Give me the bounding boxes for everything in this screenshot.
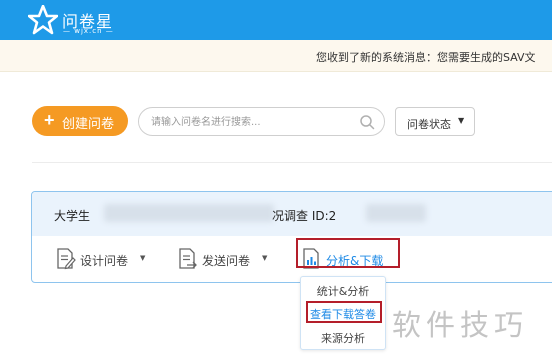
system-notice-text[interactable]: 您收到了新的系统消息：您需要生成的SAV文 xyxy=(316,49,536,65)
survey-card-header: 大学生 况调查 ID:2 xyxy=(32,192,552,236)
survey-title-suffix-id[interactable]: 况调查 ID:2 xyxy=(272,207,336,224)
edit-document-icon xyxy=(57,248,76,270)
search-icon[interactable] xyxy=(359,114,375,130)
wjx-logo[interactable]: 问卷星 — wjx.cn — xyxy=(28,5,118,35)
menu-item-source-analysis[interactable]: 来源分析 xyxy=(301,330,385,346)
create-survey-label: 创建问卷 xyxy=(62,116,115,131)
survey-status-label: 问卷状态 xyxy=(407,118,451,131)
logo-domain: — wjx.cn — xyxy=(63,27,114,35)
survey-card: 大学生 况调查 ID:2 设计问卷 ▼ 发送问卷 ▼ 分析&下载 xyxy=(31,191,552,283)
survey-search-input[interactable] xyxy=(151,113,351,131)
redacted-title-blur xyxy=(104,204,274,222)
send-document-icon xyxy=(179,248,197,269)
design-survey-button[interactable]: 设计问卷 ▼ xyxy=(56,248,150,272)
caret-down-icon: ▼ xyxy=(140,254,146,262)
highlight-box xyxy=(306,301,382,323)
top-header: 问卷星 — wjx.cn — xyxy=(0,0,552,40)
watermark: 软件技巧 xyxy=(392,308,529,342)
star-logo-icon xyxy=(28,5,58,35)
system-notice-bar[interactable]: 您收到了新的系统消息：您需要生成的SAV文 xyxy=(0,40,552,72)
analyze-dropdown-menu: 统计&分析 查看下载答卷 来源分析 xyxy=(300,276,386,350)
caret-down-icon: ▼ xyxy=(458,116,465,125)
survey-search-box[interactable] xyxy=(138,107,385,136)
menu-item-stats-analysis[interactable]: 统计&分析 xyxy=(301,283,385,299)
plus-icon: + xyxy=(44,110,55,130)
create-survey-button[interactable]: + 创建问卷 xyxy=(32,106,128,136)
design-survey-label: 设计问卷 xyxy=(80,254,129,268)
divider xyxy=(32,162,552,163)
redacted-id-blur xyxy=(366,204,426,222)
send-survey-button[interactable]: 发送问卷 ▼ xyxy=(178,248,272,272)
send-survey-label: 发送问卷 xyxy=(202,254,251,268)
caret-down-icon: ▼ xyxy=(262,254,268,262)
survey-status-select[interactable]: 问卷状态 ▼ xyxy=(395,107,475,136)
survey-title[interactable]: 大学生 xyxy=(54,207,90,224)
highlight-box xyxy=(296,238,400,268)
